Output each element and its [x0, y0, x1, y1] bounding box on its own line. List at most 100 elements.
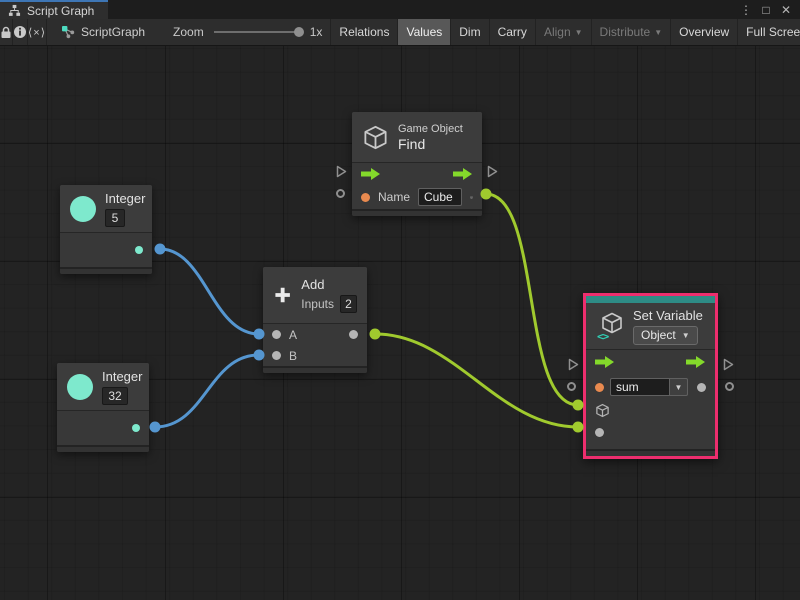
node-game-object-find[interactable]: Game Object Find Name	[352, 112, 482, 216]
carry-button[interactable]: Carry	[489, 19, 535, 45]
set-variable-object-row	[586, 400, 715, 421]
node-set-variable-selected[interactable]: <> Set Variable Object ▼	[583, 293, 718, 459]
find-header[interactable]: Game Object Find	[352, 112, 482, 162]
inputs-count-field[interactable]	[340, 295, 357, 313]
chevron-down-icon: ▼	[682, 331, 690, 340]
graph-breadcrumb[interactable]: ScriptGraph	[61, 19, 145, 45]
game-object-cube-icon	[362, 124, 389, 151]
tab-bar: Script Graph ⋮ □ ✕	[0, 0, 800, 19]
info-icon	[13, 25, 27, 39]
control-input-port-outer[interactable]	[336, 165, 347, 183]
wire-endpoint[interactable]	[150, 422, 161, 433]
node-add[interactable]: Add Inputs A B	[263, 267, 367, 373]
set-variable-icon: <>	[596, 311, 624, 341]
tab-script-graph[interactable]: Script Graph	[0, 0, 108, 19]
value-input-port-outer[interactable]	[567, 382, 576, 391]
zoom-control: Zoom 1x	[173, 19, 322, 45]
full-screen-button[interactable]: Full Screen	[737, 19, 800, 45]
maximize-icon[interactable]: □	[758, 3, 774, 17]
script-graph-icon	[61, 25, 75, 39]
find-name-row: Name	[352, 185, 482, 209]
variable-name-dropdown-button[interactable]: ▼	[670, 378, 688, 396]
graph-canvas[interactable]: Integer Integer	[0, 46, 800, 600]
game-object-input-port-icon[interactable]	[595, 403, 610, 418]
relations-button[interactable]: Relations	[330, 19, 397, 45]
overview-button[interactable]: Overview	[670, 19, 737, 45]
variable-name-field[interactable]	[610, 378, 670, 396]
variable-kind-dropdown[interactable]: Object ▼	[633, 326, 698, 345]
zoom-value: 1x	[310, 25, 323, 39]
control-input-port-outer[interactable]	[568, 358, 579, 376]
variable-name-port[interactable]	[595, 383, 604, 392]
input-port-a[interactable]	[272, 330, 281, 339]
flow-out-arrow-icon[interactable]	[453, 168, 473, 180]
value-input-port[interactable]	[595, 428, 604, 437]
integer-type-icon	[70, 196, 96, 222]
value-output-port-outer[interactable]	[725, 382, 734, 391]
wire-endpoint[interactable]	[155, 244, 166, 255]
wire-endpoint[interactable]	[573, 400, 584, 411]
integer-type-icon	[67, 374, 93, 400]
distribute-button[interactable]: Distribute ▼	[591, 19, 671, 45]
lock-button[interactable]	[0, 19, 13, 45]
add-header[interactable]: Add Inputs	[263, 267, 367, 323]
set-variable-header[interactable]: <> Set Variable Object ▼	[586, 303, 715, 349]
wire-endpoint[interactable]	[370, 329, 381, 340]
integer-5-port-row	[60, 233, 152, 267]
find-control-row	[352, 163, 482, 185]
integer-5-header[interactable]: Integer	[60, 185, 152, 232]
integer-value-field[interactable]	[105, 209, 125, 227]
value-input-port-outer[interactable]	[336, 189, 345, 198]
info-button[interactable]	[13, 19, 28, 45]
value-output-port[interactable]	[697, 383, 706, 392]
variable-kind-value: Object	[641, 328, 676, 342]
flow-in-arrow-icon[interactable]	[595, 356, 615, 368]
port-a-label: A	[289, 328, 297, 342]
graph-name-label: ScriptGraph	[81, 25, 145, 39]
control-output-port-outer[interactable]	[723, 358, 734, 376]
node-integer-32[interactable]: Integer	[57, 363, 149, 452]
output-port[interactable]	[135, 246, 143, 254]
node-title: Find	[398, 136, 425, 152]
code-view-button[interactable]: ⟨×⟩	[28, 19, 47, 45]
dim-button[interactable]: Dim	[450, 19, 488, 45]
variable-angle-brackets-icon: <>	[597, 330, 608, 343]
flow-in-arrow-icon[interactable]	[361, 168, 381, 180]
full-screen-label: Full Screen	[746, 25, 800, 39]
graph-hierarchy-icon	[8, 4, 21, 17]
integer-32-header[interactable]: Integer	[57, 363, 149, 410]
wire-find-to-setvariable-object[interactable]	[486, 194, 578, 405]
flow-out-arrow-icon[interactable]	[686, 356, 706, 368]
node-integer-5[interactable]: Integer	[60, 185, 152, 274]
game-object-output-port-icon[interactable]	[470, 190, 473, 205]
toolbar-buttons: Relations Values Dim Carry Align ▼ Distr…	[330, 19, 800, 45]
wire-endpoint[interactable]	[573, 422, 584, 433]
wire-add-to-setvariable-value[interactable]	[375, 334, 578, 427]
align-button[interactable]: Align ▼	[535, 19, 591, 45]
wire-integer5-to-add-a[interactable]	[160, 249, 259, 334]
zoom-slider[interactable]	[214, 31, 302, 33]
code-view-icon: ⟨×⟩	[28, 26, 46, 39]
input-port-b[interactable]	[272, 351, 281, 360]
name-value-field[interactable]	[418, 188, 462, 206]
set-variable-control-row	[586, 350, 715, 374]
more-menu-icon[interactable]: ⋮	[738, 3, 754, 17]
inputs-label: Inputs	[301, 297, 334, 311]
output-port[interactable]	[132, 424, 140, 432]
align-label: Align	[544, 25, 571, 39]
output-port-sum[interactable]	[349, 330, 358, 339]
close-icon[interactable]: ✕	[778, 3, 794, 17]
node-footer	[586, 449, 715, 456]
wire-integer32-to-add-b[interactable]	[155, 355, 259, 427]
wire-endpoint[interactable]	[481, 189, 492, 200]
node-title: Add	[301, 277, 324, 292]
values-button[interactable]: Values	[397, 19, 450, 45]
add-port-row-a: A	[263, 324, 367, 345]
zoom-slider-handle[interactable]	[294, 27, 304, 37]
name-input-port[interactable]	[361, 193, 370, 202]
integer-value-field[interactable]	[102, 387, 128, 405]
unity-script-graph-window: Script Graph ⋮ □ ✕ ⟨×⟩	[0, 0, 800, 600]
control-output-port-outer[interactable]	[487, 165, 498, 183]
tab-title: Script Graph	[27, 4, 94, 18]
lock-icon	[0, 26, 12, 39]
